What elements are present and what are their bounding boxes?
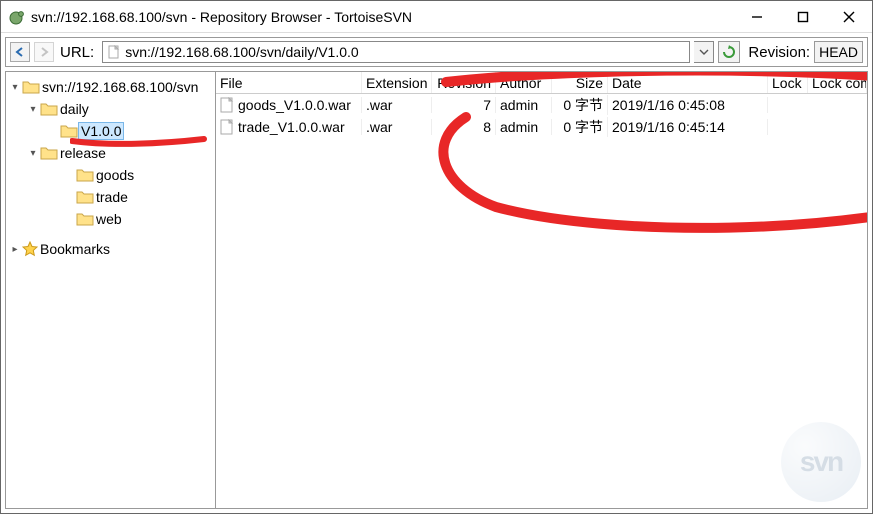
col-lock[interactable]: Lock bbox=[768, 72, 808, 93]
file-list-pane: File Extension Revision Author Size Date… bbox=[216, 72, 867, 508]
chevron-right-icon: ▸ bbox=[8, 244, 22, 255]
tree-node-goods[interactable]: goods bbox=[6, 164, 215, 186]
back-button[interactable] bbox=[10, 42, 30, 62]
tree-node-web[interactable]: web bbox=[6, 208, 215, 230]
tree-node-daily[interactable]: ▾ daily bbox=[6, 98, 215, 120]
table-row[interactable]: goods_V1.0.0.war .war7admin0 字节2019/1/16 … bbox=[216, 94, 867, 116]
cell-size: 0 字节 bbox=[552, 95, 608, 115]
cell-ext: .war bbox=[362, 119, 432, 135]
folder-icon bbox=[60, 123, 78, 139]
col-revision[interactable]: Revision bbox=[432, 72, 496, 93]
forward-button[interactable] bbox=[34, 42, 54, 62]
tree-node-trade[interactable]: trade bbox=[6, 186, 215, 208]
tree-label: V1.0.0 bbox=[78, 122, 124, 140]
cell-rev: 7 bbox=[432, 97, 496, 113]
window-buttons bbox=[734, 1, 872, 32]
close-button[interactable] bbox=[826, 1, 872, 32]
list-body: goods_V1.0.0.war .war7admin0 字节2019/1/16 … bbox=[216, 94, 867, 138]
folder-icon bbox=[76, 211, 94, 227]
window-title: svn://192.168.68.100/svn - Repository Br… bbox=[31, 9, 734, 25]
cell-date: 2019/1/16 0:45:14 bbox=[608, 119, 768, 135]
refresh-button[interactable] bbox=[718, 41, 740, 63]
folder-icon bbox=[40, 145, 58, 161]
cell-date: 2019/1/16 0:45:08 bbox=[608, 97, 768, 113]
window: svn://192.168.68.100/svn - Repository Br… bbox=[0, 0, 873, 514]
folder-icon bbox=[40, 101, 58, 117]
svn-watermark: svn bbox=[781, 422, 861, 502]
cell-ext: .war bbox=[362, 97, 432, 113]
tree-label: trade bbox=[94, 189, 130, 205]
cell-rev: 8 bbox=[432, 119, 496, 135]
cell-author: admin bbox=[496, 119, 552, 135]
tree-label: daily bbox=[58, 101, 91, 117]
file-icon bbox=[220, 119, 234, 135]
url-dropdown[interactable] bbox=[694, 41, 714, 63]
main-area: ▾ svn://192.168.68.100/svn ▾ daily V1.0.… bbox=[5, 71, 868, 509]
col-lock-comment[interactable]: Lock comme bbox=[808, 72, 867, 93]
file-icon bbox=[107, 45, 121, 59]
tree-root-label: svn://192.168.68.100/svn bbox=[40, 79, 200, 95]
tree-label: release bbox=[58, 145, 108, 161]
revision-head-button[interactable]: HEAD bbox=[814, 41, 863, 63]
list-header: File Extension Revision Author Size Date… bbox=[216, 72, 867, 94]
tree-node-release[interactable]: ▾ release bbox=[6, 142, 215, 164]
tree-label: web bbox=[94, 211, 124, 227]
url-text: svn://192.168.68.100/svn/daily/V1.0.0 bbox=[125, 44, 359, 60]
chevron-down-icon: ▾ bbox=[8, 82, 22, 93]
bookmarks-label: Bookmarks bbox=[38, 241, 112, 257]
cell-size: 0 字节 bbox=[552, 117, 608, 137]
url-label: URL: bbox=[60, 44, 94, 61]
tree-label: goods bbox=[94, 167, 136, 183]
tree-root[interactable]: ▾ svn://192.168.68.100/svn bbox=[6, 76, 215, 98]
col-author[interactable]: Author bbox=[496, 72, 552, 93]
folder-icon bbox=[76, 167, 94, 183]
col-extension[interactable]: Extension bbox=[362, 72, 432, 93]
tree-node-v100[interactable]: V1.0.0 bbox=[6, 120, 215, 142]
head-label: HEAD bbox=[819, 44, 858, 60]
tortoisesvn-icon bbox=[7, 8, 25, 26]
url-toolbar: URL: svn://192.168.68.100/svn/daily/V1.0… bbox=[5, 37, 868, 67]
col-date[interactable]: Date bbox=[608, 72, 768, 93]
chevron-down-icon: ▾ bbox=[26, 148, 40, 159]
titlebar: svn://192.168.68.100/svn - Repository Br… bbox=[1, 1, 872, 33]
chevron-down-icon: ▾ bbox=[26, 104, 40, 115]
minimize-button[interactable] bbox=[734, 1, 780, 32]
table-row[interactable]: trade_V1.0.0.war .war8admin0 字节2019/1/16 … bbox=[216, 116, 867, 138]
maximize-button[interactable] bbox=[780, 1, 826, 32]
folder-icon bbox=[22, 79, 40, 95]
file-icon bbox=[220, 97, 234, 113]
tree-pane: ▾ svn://192.168.68.100/svn ▾ daily V1.0.… bbox=[6, 72, 216, 508]
cell-author: admin bbox=[496, 97, 552, 113]
cell-file: trade_V1.0.0.war bbox=[238, 119, 345, 135]
cell-file: goods_V1.0.0.war bbox=[238, 97, 351, 113]
tree-bookmarks[interactable]: ▸ Bookmarks bbox=[6, 238, 215, 260]
col-file[interactable]: File bbox=[216, 72, 362, 93]
url-input[interactable]: svn://192.168.68.100/svn/daily/V1.0.0 bbox=[102, 41, 690, 63]
star-icon bbox=[22, 241, 38, 257]
folder-icon bbox=[76, 189, 94, 205]
revision-label: Revision: bbox=[748, 44, 810, 61]
col-size[interactable]: Size bbox=[552, 72, 608, 93]
